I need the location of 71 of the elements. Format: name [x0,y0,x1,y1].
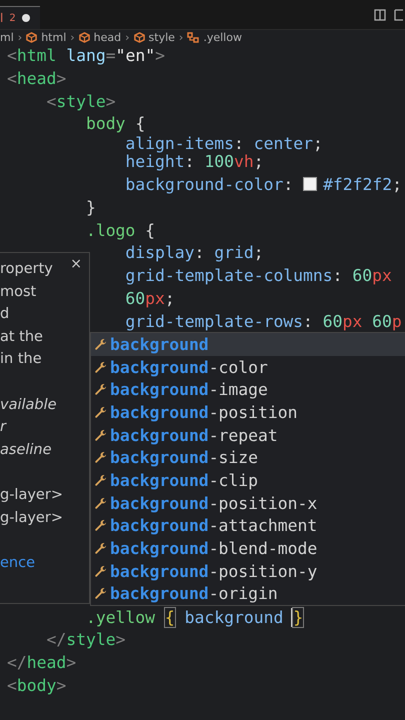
doc-text: vailable [0,396,57,415]
breadcrumb-item[interactable]: html [41,30,66,44]
split-editor-icon[interactable] [374,8,386,20]
editor-tab[interactable]: l 2 [0,6,40,29]
wrench-icon [94,406,107,419]
suggestion-item[interactable]: background-image [91,378,405,402]
breadcrumb-separator: › [18,30,22,44]
suggestion-item[interactable]: background-color [91,356,405,378]
code-line: </style> [46,630,126,650]
suggestion-item[interactable]: background-origin [91,582,405,606]
wrench-icon [94,383,107,396]
doc-text: at the [0,328,43,347]
problem-count: 2 [9,12,16,24]
breadcrumb-item[interactable]: ml [0,30,14,44]
wrench-icon [94,519,107,532]
code-line: <head> [7,68,66,88]
code-line: </head> [7,653,76,672]
code-line: } [86,198,96,217]
suggestion-item[interactable]: background-position-x [91,492,405,514]
code-line: .logo { [86,220,156,240]
rule-icon [187,32,200,42]
breadcrumb-item[interactable]: head [94,30,122,44]
code-line: grid-template-columns: 60px [125,266,392,286]
reference-link[interactable]: ence [0,552,36,574]
tab-label: l [0,11,4,25]
breadcrumb-item[interactable]: style [148,30,175,44]
doc-text: aseline [0,440,52,460]
suggestion-item[interactable]: background-size [91,446,405,470]
doc-text: roperty [0,260,53,279]
suggestion-item[interactable]: background-blend-mode [91,537,405,560]
suggestion-item[interactable]: background-clip [91,469,405,492]
breadcrumb-separator: › [178,30,184,44]
layout-icon[interactable] [394,8,403,20]
doc-text: d [0,305,10,324]
doc-text: r [0,418,6,438]
cube-icon [78,32,90,42]
cube-icon [26,32,38,42]
wrench-icon [94,587,107,600]
suggestion-item[interactable]: background [91,333,405,356]
code-line: body { [86,114,146,134]
breadcrumb-item[interactable]: .yellow [203,30,242,44]
code-line: align-items: center; [125,134,323,154]
code-line: grid-template-rows: 60px 60p [125,312,402,331]
cube-icon [134,32,145,42]
doc-text: in the [0,350,42,370]
wrench-icon [94,474,107,487]
code-line: <style> [46,92,116,111]
code-line: <body> [7,676,66,695]
suggestion-item[interactable]: background-position [91,401,405,424]
code-line: <html lang="en"> [7,46,165,65]
wrench-icon [94,564,107,578]
wrench-icon [94,338,107,351]
code-line: .yellow { background } [86,608,304,627]
breadcrumb-separator: › [70,30,75,44]
close-button[interactable]: × [70,257,82,271]
code-line: display: grid; [125,243,264,262]
wrench-icon [94,360,107,374]
doc-text: g-layer> [0,486,63,505]
suggestion-item[interactable]: background-attachment [91,514,405,538]
suggestion-item[interactable]: background-repeat [91,424,405,446]
code-line: background-color: #f2f2f2; [125,174,402,194]
doc-text: most [0,282,36,302]
suggestion-item[interactable]: background-position-y [91,560,405,583]
code-line: height: 100vh; [125,152,264,172]
wrench-icon [94,428,107,442]
breadcrumb-separator: › [125,30,130,44]
wrench-icon [94,496,107,510]
doc-text: g-layer> [0,508,63,528]
wrench-icon [94,451,107,464]
code-line: 60px; [125,288,175,308]
wrench-icon [94,542,107,556]
